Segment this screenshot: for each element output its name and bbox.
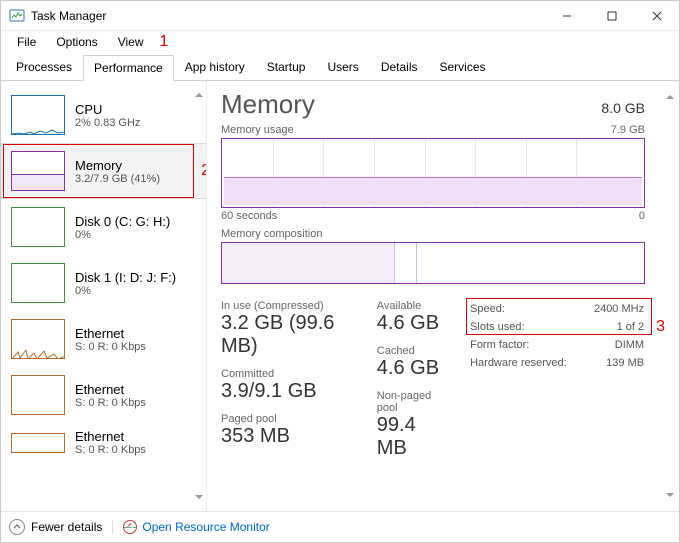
sidebar-item-sub: S: 0 R: 0 Kbps xyxy=(75,341,146,353)
memory-composition-graph xyxy=(221,242,645,284)
tab-services[interactable]: Services xyxy=(429,54,497,80)
tab-processes[interactable]: Processes xyxy=(5,54,83,80)
sidebar-item-label: Memory xyxy=(75,158,160,173)
tab-app-history[interactable]: App history xyxy=(174,54,256,80)
minimize-button[interactable] xyxy=(544,1,589,31)
graph-axis-right: 0 xyxy=(639,210,645,222)
ethernet-sparkline-icon xyxy=(11,433,65,453)
tabstrip: Processes Performance App history Startu… xyxy=(1,53,679,81)
perf-sidebar: CPU 2% 0.83 GHz Memory 3.2/7.9 GB (41%) … xyxy=(1,81,207,511)
app-icon xyxy=(9,8,25,24)
fewer-details-button[interactable]: Fewer details xyxy=(9,519,102,535)
panel-heading: Memory xyxy=(221,89,315,120)
sidebar-item-label: Ethernet xyxy=(75,429,146,444)
menu-view[interactable]: View xyxy=(108,33,154,51)
sidebar-item-ethernet[interactable]: Ethernet S: 0 R: 0 Kbps xyxy=(1,367,206,423)
menu-options[interactable]: Options xyxy=(46,33,107,51)
sidebar-item-memory[interactable]: Memory 3.2/7.9 GB (41%) 2 xyxy=(1,143,206,199)
maximize-button[interactable] xyxy=(589,1,634,31)
sidebar-item-sub: 3.2/7.9 GB (41%) xyxy=(75,173,160,185)
memory-total: 8.0 GB xyxy=(601,100,645,116)
memory-panel: Memory 8.0 GB Memory usage 7.9 GB 60 sec… xyxy=(207,81,679,511)
window-title: Task Manager xyxy=(31,9,544,23)
memory-sparkline-icon xyxy=(11,151,65,191)
resource-monitor-icon xyxy=(123,520,137,534)
sidebar-item-label: CPU xyxy=(75,102,140,117)
ethernet-sparkline-icon xyxy=(11,375,65,415)
stat-committed: Committed 3.9/9.1 GB xyxy=(221,368,359,403)
footer: Fewer details Open Resource Monitor xyxy=(1,511,679,541)
stat-paged-pool: Paged pool 353 MB xyxy=(221,413,359,448)
sidebar-item-label: Disk 0 (C: G: H:) xyxy=(75,214,170,229)
sidebar-item-label: Ethernet xyxy=(75,382,146,397)
tab-details[interactable]: Details xyxy=(370,54,429,80)
sidebar-item-disk0[interactable]: Disk 0 (C: G: H:) 0% xyxy=(1,199,206,255)
graph-label-composition: Memory composition xyxy=(221,228,322,240)
open-resource-monitor-label: Open Resource Monitor xyxy=(142,520,269,534)
stat-available: Available 4.6 GB xyxy=(377,300,446,335)
graph-axis-left: 60 seconds xyxy=(221,210,277,222)
sidebar-item-label: Ethernet xyxy=(75,326,146,341)
sidebar-item-disk1[interactable]: Disk 1 (I: D: J: F:) 0% xyxy=(1,255,206,311)
disk-sparkline-icon xyxy=(11,263,65,303)
sidebar-item-sub: 0% xyxy=(75,285,176,297)
menubar: File Options View 1 xyxy=(1,31,679,53)
sidebar-item-sub: 2% 0.83 GHz xyxy=(75,117,140,129)
graph-label-usage: Memory usage xyxy=(221,124,294,136)
sidebar-item-sub: 0% xyxy=(75,229,170,241)
graph-label-max: 7.9 GB xyxy=(611,124,645,136)
sidebar-item-sub: S: 0 R: 0 Kbps xyxy=(75,444,146,456)
sidebar-item-cpu[interactable]: CPU 2% 0.83 GHz xyxy=(1,87,206,143)
menu-file[interactable]: File xyxy=(7,33,46,51)
annotation-1: 1 xyxy=(160,33,169,51)
sidebar-item-label: Disk 1 (I: D: J: F:) xyxy=(75,270,176,285)
chevron-up-icon xyxy=(9,519,25,535)
stat-in-use: In use (Compressed) 3.2 GB (99.6 MB) xyxy=(221,300,359,358)
close-button[interactable] xyxy=(634,1,679,31)
cpu-sparkline-icon xyxy=(11,95,65,135)
titlebar: Task Manager xyxy=(1,1,679,31)
tab-performance[interactable]: Performance xyxy=(83,55,174,81)
memory-usage-graph xyxy=(221,138,645,208)
disk-sparkline-icon xyxy=(11,207,65,247)
sidebar-item-sub: S: 0 R: 0 Kbps xyxy=(75,397,146,409)
tab-startup[interactable]: Startup xyxy=(256,54,317,80)
stat-cached: Cached 4.6 GB xyxy=(377,345,446,380)
ethernet-sparkline-icon xyxy=(11,319,65,359)
open-resource-monitor-link[interactable]: Open Resource Monitor xyxy=(112,520,269,534)
sidebar-item-ethernet[interactable]: Ethernet S: 0 R: 0 Kbps xyxy=(1,311,206,367)
memory-side-stats: Speed:2400 MHz Slots used:1 of 2 3 Form … xyxy=(470,300,665,460)
tab-users[interactable]: Users xyxy=(316,54,369,80)
annotation-3: 3 xyxy=(656,318,665,336)
fewer-details-label: Fewer details xyxy=(31,520,102,534)
stat-nonpaged-pool: Non-paged pool 99.4 MB xyxy=(377,390,446,460)
sidebar-item-ethernet[interactable]: Ethernet S: 0 R: 0 Kbps xyxy=(1,423,206,462)
